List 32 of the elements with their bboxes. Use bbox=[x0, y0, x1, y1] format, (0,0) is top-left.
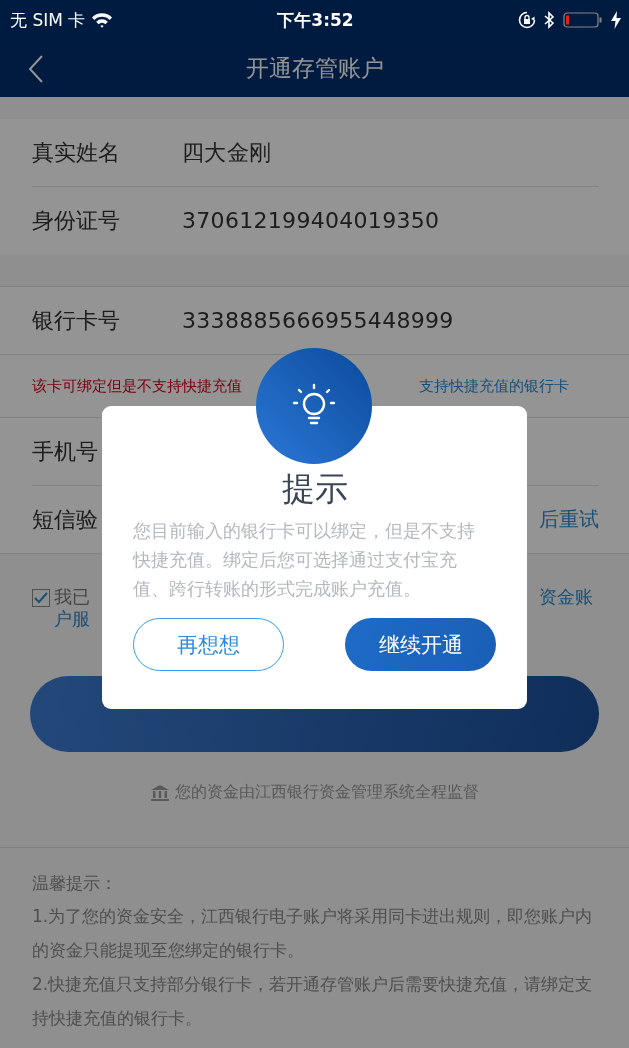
bank-icon bbox=[150, 784, 169, 801]
field-value[interactable]: 370612199404019350 bbox=[182, 208, 440, 233]
field-label: 真实姓名 bbox=[32, 138, 120, 167]
resend-link[interactable]: 后重试 bbox=[539, 506, 599, 533]
agreement-text: 我已 bbox=[54, 586, 90, 608]
tip-text: 1.为了您的资金安全，江西银行电子账户将采用同卡进出规则，即您账户内的资金只能提现至您绑定的银行卡。 bbox=[32, 905, 594, 962]
back-icon[interactable] bbox=[28, 54, 44, 83]
agreement-link[interactable]: 资金账 bbox=[539, 586, 593, 630]
supported-banks-link[interactable]: 支持快捷充值的银行卡 bbox=[419, 376, 569, 396]
agreement-link[interactable]: 户服 bbox=[54, 608, 90, 630]
tips-title: 温馨提示： bbox=[32, 872, 118, 895]
field-label: 短信验 bbox=[32, 505, 98, 534]
page-title: 开通存管账户 bbox=[244, 54, 385, 83]
bluetooth-icon bbox=[544, 11, 555, 29]
field-value[interactable]: 3338885666955448999 bbox=[182, 308, 454, 333]
dialog-title: 提示 bbox=[280, 468, 349, 510]
cancel-button[interactable]: 再想想 bbox=[133, 618, 284, 671]
charging-icon bbox=[611, 11, 621, 29]
tip-text: 2.快捷充值只支持部分银行卡，若开通存管账户后需要快捷充值，请绑定支持快捷充值的银行卡。 bbox=[32, 973, 594, 1030]
wifi-icon bbox=[91, 12, 114, 28]
continue-button[interactable]: 继续开通 bbox=[345, 618, 496, 671]
field-label: 银行卡号 bbox=[32, 306, 120, 335]
rotation-lock-icon bbox=[518, 11, 536, 29]
dialog-message: 您目前输入的银行卡可以绑定，但是不支持快捷充值。绑定后您可选择通过支付宝充值、跨行转账的形式完成账户充值。 bbox=[133, 519, 476, 601]
status-time: 下午3:52 bbox=[276, 8, 355, 32]
field-value[interactable]: 四大金刚 bbox=[182, 137, 272, 168]
warning-text: 该卡可绑定但是不支持快捷充值 bbox=[32, 376, 242, 396]
field-label: 手机号 bbox=[32, 437, 98, 466]
field-label: 身份证号 bbox=[32, 206, 120, 235]
battery-icon bbox=[563, 12, 603, 28]
agreement-checkbox[interactable] bbox=[32, 589, 50, 607]
carrier-label: 无 SIM 卡 bbox=[10, 8, 86, 32]
